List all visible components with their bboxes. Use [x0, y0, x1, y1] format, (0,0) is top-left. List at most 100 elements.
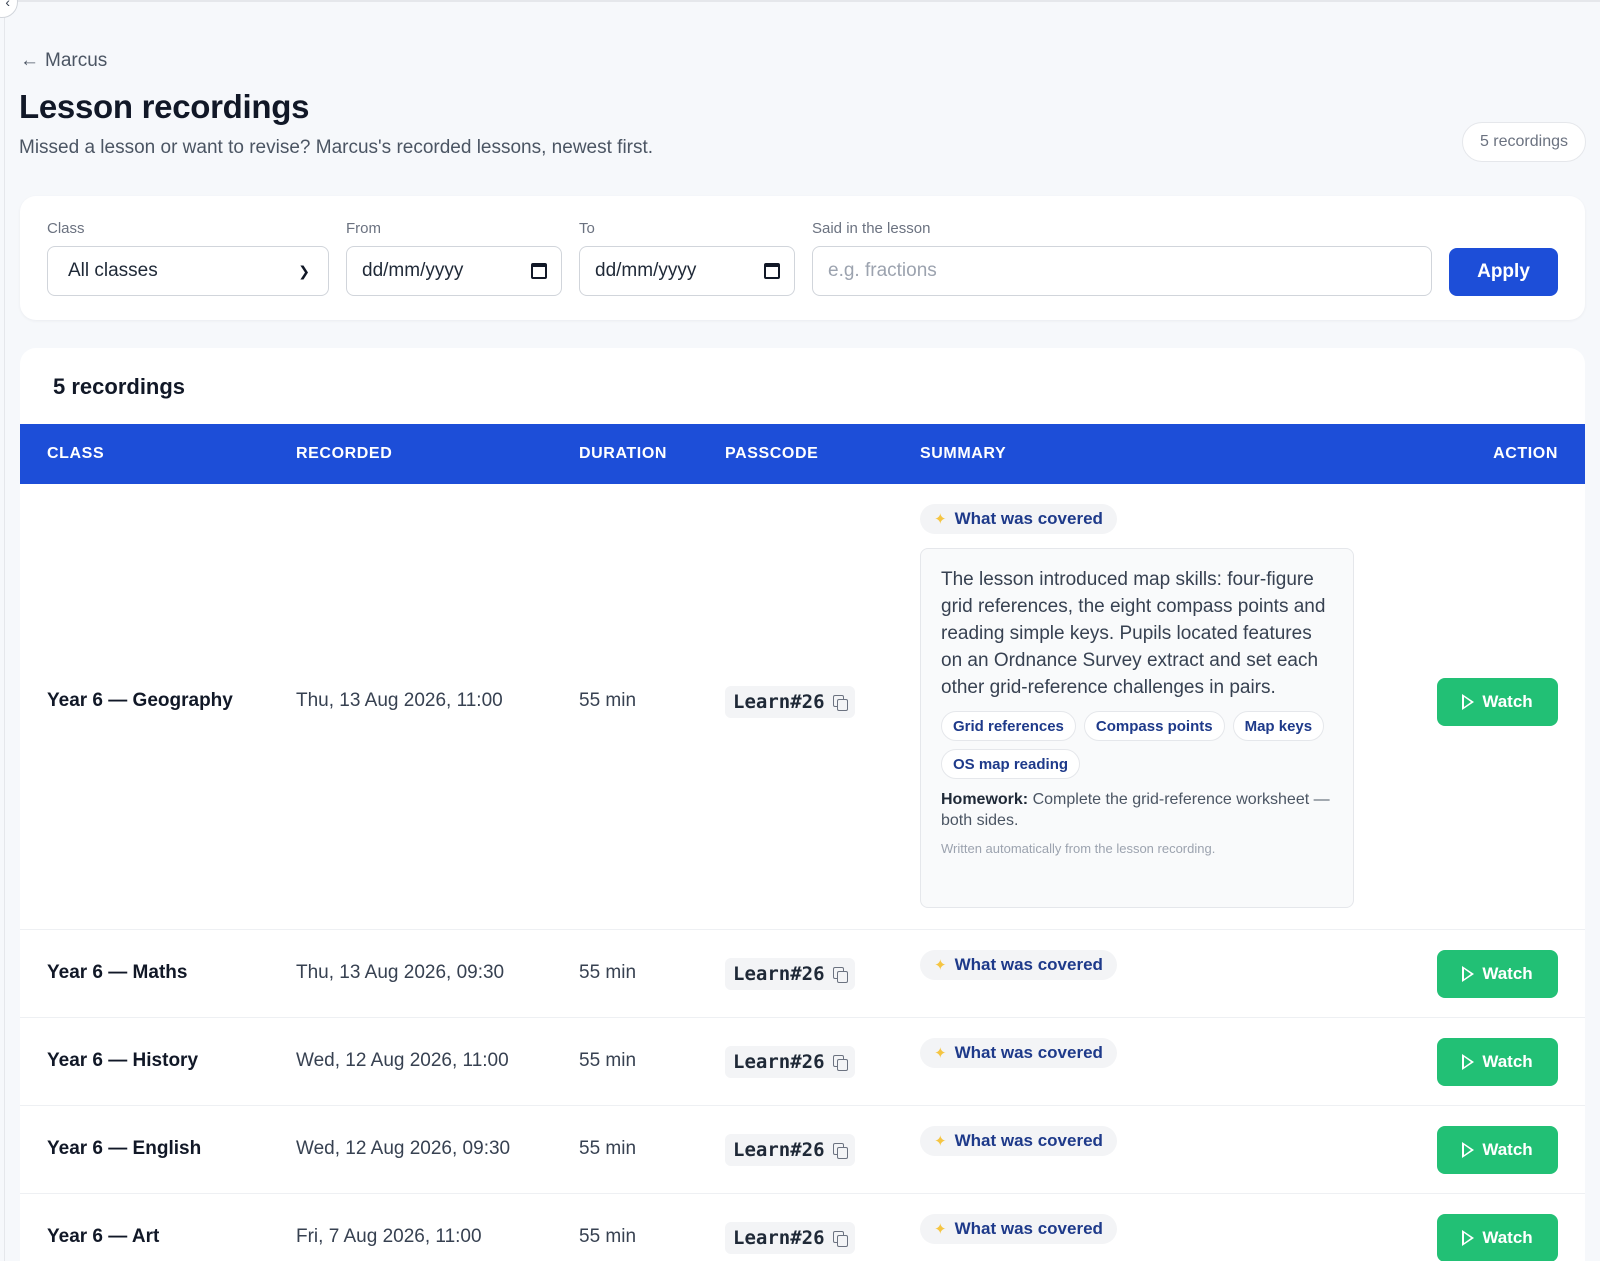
what-was-covered-toggle[interactable]: ✦ What was covered: [920, 1038, 1117, 1068]
said-in-lesson-input[interactable]: e.g. fractions: [812, 246, 1432, 296]
topic-tag: Grid references: [941, 711, 1076, 741]
back-link-label: Marcus: [45, 50, 108, 71]
class-filter-label: Class: [47, 220, 85, 237]
watch-label: Watch: [1482, 1228, 1533, 1247]
to-date-label: To: [579, 220, 595, 237]
col-header-summary: SUMMARY: [920, 445, 1007, 462]
copy-icon[interactable]: [832, 967, 848, 983]
apply-button[interactable]: Apply: [1449, 248, 1558, 296]
page-title: Lesson recordings: [19, 88, 310, 125]
what-was-covered-toggle[interactable]: ✦ What was covered: [920, 950, 1117, 980]
topic-tag: OS map reading: [941, 749, 1081, 779]
copy-icon[interactable]: [832, 1143, 848, 1159]
homework-note: Homework: Complete the grid-reference wo…: [941, 789, 1333, 831]
topic-tag: Map keys: [1232, 711, 1325, 741]
passcode-chip[interactable]: Learn#26: [725, 1134, 855, 1166]
calendar-icon[interactable]: [764, 263, 780, 279]
copy-icon[interactable]: [832, 1055, 848, 1071]
what-was-covered-label: What was covered: [954, 1219, 1103, 1238]
class-select-value: All classes: [68, 260, 158, 281]
table-row: Year 6 — Art Fri, 7 Aug 2026, 11:00 55 m…: [20, 1194, 1585, 1261]
play-icon: [1462, 1142, 1475, 1158]
passcode-chip[interactable]: Learn#26: [725, 1222, 855, 1254]
row-class: Year 6 — English: [47, 1138, 202, 1159]
col-header-action: ACTION: [1493, 445, 1558, 462]
from-date-input[interactable]: dd/mm/yyyy: [346, 246, 562, 296]
page-subtitle: Missed a lesson or want to revise? Marcu…: [19, 137, 654, 158]
what-was-covered-toggle[interactable]: ✦ What was covered: [920, 1214, 1117, 1244]
sparkle-icon: ✦: [934, 1133, 947, 1150]
table-row: Year 6 — History Wed, 12 Aug 2026, 11:00…: [20, 1018, 1585, 1106]
passcode-chip[interactable]: Learn#26: [725, 1046, 855, 1078]
row-recorded: Thu, 13 Aug 2026, 09:30: [296, 962, 505, 983]
col-header-class: CLASS: [47, 445, 105, 462]
chevron-down-icon: ❯: [298, 262, 310, 279]
sidebar-collapse-button[interactable]: ‹: [0, 0, 18, 18]
row-duration: 55 min: [579, 690, 637, 711]
search-label: Said in the lesson: [812, 220, 931, 237]
what-was-covered-label: What was covered: [954, 509, 1103, 528]
passcode-value: Learn#26: [733, 1051, 825, 1073]
watch-button[interactable]: Watch: [1437, 1214, 1558, 1261]
passcode-chip[interactable]: Learn#26: [725, 958, 855, 990]
what-was-covered-label: What was covered: [954, 955, 1103, 974]
left-divider: [4, 0, 5, 1261]
from-date-value: dd/mm/yyyy: [362, 260, 464, 281]
passcode-value: Learn#26: [733, 1227, 825, 1249]
passcode-value: Learn#26: [733, 1139, 825, 1161]
watch-button[interactable]: Watch: [1437, 1038, 1558, 1086]
col-header-duration: DURATION: [579, 445, 668, 462]
watch-label: Watch: [1482, 964, 1533, 983]
calendar-icon[interactable]: [531, 263, 547, 279]
passcode-value: Learn#26: [733, 691, 825, 713]
copy-icon[interactable]: [832, 1231, 848, 1247]
passcode-value: Learn#26: [733, 963, 825, 985]
table-title: 5 recordings: [53, 374, 186, 399]
row-class: Year 6 — Art: [47, 1226, 160, 1247]
table-row: Year 6 — English Wed, 12 Aug 2026, 09:30…: [20, 1106, 1585, 1194]
watch-label: Watch: [1482, 1052, 1533, 1071]
sparkle-icon: ✦: [934, 1045, 947, 1062]
table-row: Year 6 — Geography Thu, 13 Aug 2026, 11:…: [20, 484, 1585, 930]
play-icon: [1462, 966, 1475, 982]
passcode-chip[interactable]: Learn#26: [725, 686, 855, 718]
play-icon: [1462, 1230, 1475, 1246]
row-duration: 55 min: [579, 1050, 637, 1071]
back-link[interactable]: ← Marcus: [20, 50, 107, 72]
sparkle-icon: ✦: [934, 1221, 947, 1238]
what-was-covered-label: What was covered: [954, 1043, 1103, 1062]
filter-panel: Class All classes ❯ From dd/mm/yyyy To d…: [20, 196, 1585, 320]
play-icon: [1462, 694, 1475, 710]
row-duration: 55 min: [579, 1138, 637, 1159]
copy-icon[interactable]: [832, 695, 848, 711]
watch-label: Watch: [1482, 692, 1533, 711]
sparkle-icon: ✦: [934, 957, 947, 974]
row-recorded: Wed, 12 Aug 2026, 11:00: [296, 1050, 509, 1071]
what-was-covered-toggle[interactable]: ✦ What was covered: [920, 1126, 1117, 1156]
sparkle-icon: ✦: [934, 511, 947, 528]
class-select[interactable]: All classes ❯: [47, 246, 329, 296]
row-recorded: Fri, 7 Aug 2026, 11:00: [296, 1226, 482, 1247]
to-date-input[interactable]: dd/mm/yyyy: [579, 246, 795, 296]
homework-label: Homework:: [941, 791, 1029, 808]
watch-button[interactable]: Watch: [1437, 950, 1558, 998]
search-placeholder: e.g. fractions: [828, 260, 937, 281]
what-was-covered-label: What was covered: [954, 1131, 1103, 1150]
chevron-left-icon: ‹: [5, 0, 10, 10]
recordings-count-badge: 5 recordings: [1461, 122, 1586, 162]
from-date-label: From: [346, 220, 381, 237]
row-class: Year 6 — Geography: [47, 690, 233, 711]
row-recorded: Thu, 13 Aug 2026, 11:00: [296, 690, 503, 711]
auto-generated-note: Written automatically from the lesson re…: [941, 841, 1216, 856]
topic-tags: Grid references Compass points Map keys …: [941, 711, 1333, 779]
watch-button[interactable]: Watch: [1437, 1126, 1558, 1174]
row-class: Year 6 — History: [47, 1050, 199, 1071]
watch-label: Watch: [1482, 1140, 1533, 1159]
what-was-covered-toggle[interactable]: ✦ What was covered: [920, 504, 1117, 534]
top-divider: [0, 0, 1600, 2]
watch-button[interactable]: Watch: [1437, 678, 1558, 726]
col-header-passcode: PASSCODE: [725, 445, 819, 462]
summary-text: The lesson introduced map skills: four-f…: [941, 569, 1326, 698]
col-header-recorded: RECORDED: [296, 445, 393, 462]
table-header: CLASS RECORDED DURATION PASSCODE SUMMARY…: [20, 424, 1585, 484]
